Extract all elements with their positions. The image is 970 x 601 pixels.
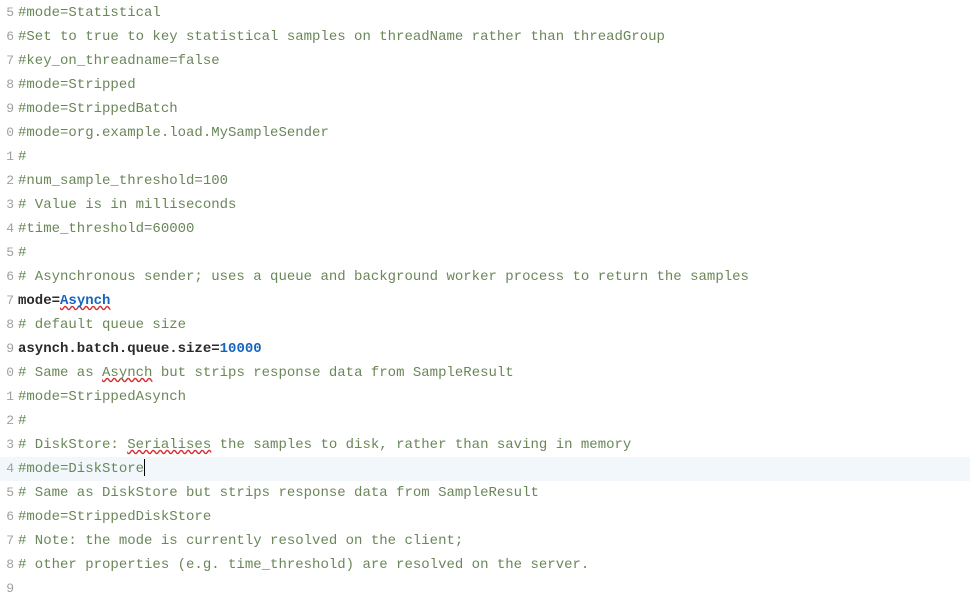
comment-text: #mode=DiskStore: [18, 457, 970, 481]
line-number: 1: [0, 145, 14, 169]
comment-text: #time_threshold=60000: [18, 217, 970, 241]
line-number: 5: [0, 481, 14, 505]
code-line[interactable]: 7 mode=Asynch: [0, 289, 970, 313]
code-line[interactable]: 6 #mode=StrippedDiskStore: [0, 505, 970, 529]
code-line[interactable]: 9: [0, 577, 970, 601]
code-line[interactable]: 1 #: [0, 145, 970, 169]
line-number: 6: [0, 505, 14, 529]
line-number: 3: [0, 193, 14, 217]
comment-text: #Set to true to key statistical samples …: [18, 25, 970, 49]
comment-post: but strips response data from SampleResu…: [152, 365, 513, 381]
comment-post: the samples to disk, rather than saving …: [211, 437, 631, 453]
line-number: 2: [0, 169, 14, 193]
line-number: 4: [0, 217, 14, 241]
comment-text: #: [18, 241, 970, 265]
comment-text: #mode=Statistical: [18, 1, 970, 25]
line-number: 1: [0, 385, 14, 409]
line-number: 7: [0, 289, 14, 313]
comment-text: # Asynchronous sender; uses a queue and …: [18, 265, 970, 289]
comment-text: #mode=org.example.load.MySampleSender: [18, 121, 970, 145]
line-number: 3: [0, 433, 14, 457]
code-line[interactable]: 8 # default queue size: [0, 313, 970, 337]
comment-pre: # Same as: [18, 365, 102, 381]
comment-text: #num_sample_threshold=100: [18, 169, 970, 193]
property-key: asynch.batch.queue.size: [18, 341, 211, 357]
code-line[interactable]: 9 #mode=StrippedBatch: [0, 97, 970, 121]
code-line[interactable]: 5 # Same as DiskStore but strips respons…: [0, 481, 970, 505]
line-number: 6: [0, 25, 14, 49]
property-line: asynch.batch.queue.size=10000: [18, 337, 970, 361]
equals-sign: =: [211, 341, 219, 357]
code-line[interactable]: 5 #mode=Statistical: [0, 1, 970, 25]
code-line[interactable]: 2 #: [0, 409, 970, 433]
code-line[interactable]: 0 #mode=org.example.load.MySampleSender: [0, 121, 970, 145]
line-number: 0: [0, 121, 14, 145]
code-line[interactable]: 5 #: [0, 241, 970, 265]
line-number: 7: [0, 529, 14, 553]
code-line[interactable]: 8 # other properties (e.g. time_threshol…: [0, 553, 970, 577]
code-line[interactable]: 6 #Set to true to key statistical sample…: [0, 25, 970, 49]
code-line-current[interactable]: 4 #mode=DiskStore: [0, 457, 970, 481]
comment-text: # other properties (e.g. time_threshold)…: [18, 553, 970, 577]
comment-text: #key_on_threadname=false: [18, 49, 970, 73]
code-line[interactable]: 3 # Value is in milliseconds: [0, 193, 970, 217]
code-line[interactable]: 4 #time_threshold=60000: [0, 217, 970, 241]
line-number: 7: [0, 49, 14, 73]
comment-text: #mode=StrippedDiskStore: [18, 505, 970, 529]
comment-text: #mode=StrippedBatch: [18, 97, 970, 121]
line-number: 9: [0, 97, 14, 121]
comment-text: # Same as DiskStore but strips response …: [18, 481, 970, 505]
comment-pre: # DiskStore:: [18, 437, 127, 453]
property-line: mode=Asynch: [18, 289, 970, 313]
comment-text: # Note: the mode is currently resolved o…: [18, 529, 970, 553]
comment-text: #: [18, 145, 970, 169]
comment-text: #: [18, 409, 970, 433]
code-line[interactable]: 3 # DiskStore: Serialises the samples to…: [0, 433, 970, 457]
property-value: 10000: [220, 341, 262, 357]
code-line[interactable]: 9 asynch.batch.queue.size=10000: [0, 337, 970, 361]
equals-sign: =: [52, 293, 60, 309]
comment-text: # Same as Asynch but strips response dat…: [18, 361, 970, 385]
line-number: 9: [0, 577, 14, 601]
comment-body: #mode=DiskStore: [18, 461, 144, 477]
code-line[interactable]: 7 # Note: the mode is currently resolved…: [0, 529, 970, 553]
line-number: 8: [0, 73, 14, 97]
line-number: 0: [0, 361, 14, 385]
code-line[interactable]: 8 #mode=Stripped: [0, 73, 970, 97]
line-number: 4: [0, 457, 14, 481]
property-value-spellcheck: Asynch: [60, 293, 110, 309]
code-line[interactable]: 1 #mode=StrippedAsynch: [0, 385, 970, 409]
text-editor-area[interactable]: 5 #mode=Statistical 6 #Set to true to ke…: [0, 1, 970, 601]
code-line[interactable]: 2 #num_sample_threshold=100: [0, 169, 970, 193]
text-cursor: [144, 459, 145, 476]
line-number: 9: [0, 337, 14, 361]
code-line[interactable]: 6 # Asynchronous sender; uses a queue an…: [0, 265, 970, 289]
comment-text: # default queue size: [18, 313, 970, 337]
comment-text: # DiskStore: Serialises the samples to d…: [18, 433, 970, 457]
line-number: 5: [0, 241, 14, 265]
line-number: 8: [0, 553, 14, 577]
spellcheck-word: Serialises: [127, 437, 211, 453]
spellcheck-word: Asynch: [102, 365, 152, 381]
code-line[interactable]: 7 #key_on_threadname=false: [0, 49, 970, 73]
comment-text: #mode=StrippedAsynch: [18, 385, 970, 409]
line-number: 5: [0, 1, 14, 25]
line-number: 8: [0, 313, 14, 337]
comment-text: #mode=Stripped: [18, 73, 970, 97]
property-key: mode: [18, 293, 52, 309]
code-line[interactable]: 0 # Same as Asynch but strips response d…: [0, 361, 970, 385]
line-number: 6: [0, 265, 14, 289]
line-number: 2: [0, 409, 14, 433]
comment-text: # Value is in milliseconds: [18, 193, 970, 217]
